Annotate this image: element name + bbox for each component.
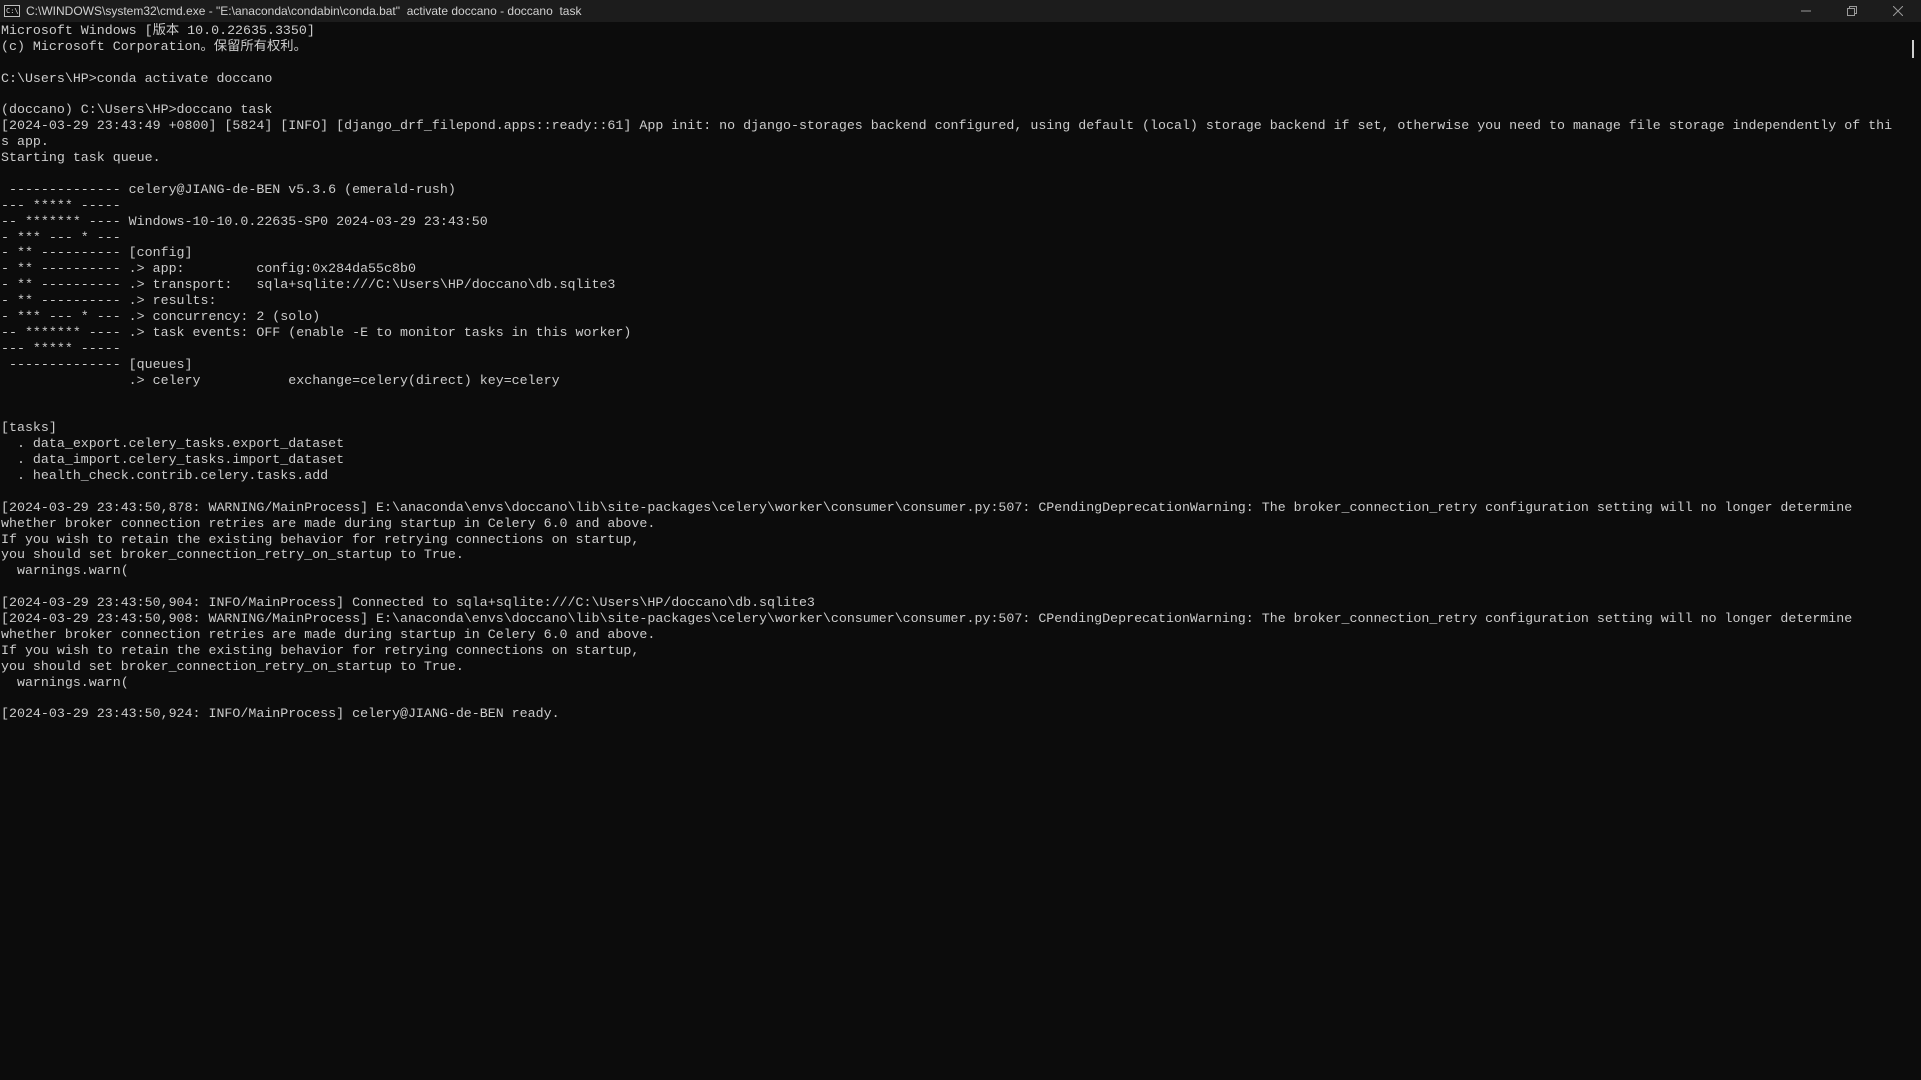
- title-bar[interactable]: C:\ C:\WINDOWS\system32\cmd.exe - "E:\an…: [0, 0, 1921, 22]
- minimize-icon: [1801, 10, 1811, 12]
- console-line: C:\Users\HP>conda activate doccano: [1, 70, 273, 86]
- console-line: whether broker connection retries are ma…: [1, 515, 656, 531]
- minimize-button[interactable]: [1783, 0, 1829, 22]
- vertical-scrollbar[interactable]: [1905, 22, 1921, 1080]
- console-line: . data_export.celery_tasks.export_datase…: [1, 436, 345, 452]
- console-line: [2024-03-29 23:43:50,908: WARNING/MainPr…: [1, 610, 1853, 626]
- console-line: . data_import.celery_tasks.import_datase…: [1, 452, 345, 468]
- console-line: - ** ---------- .> app: config:0x284da55…: [1, 261, 416, 277]
- console-line: If you wish to retain the existing behav…: [1, 531, 640, 547]
- cmd-app-icon[interactable]: C:\: [4, 5, 20, 17]
- console-line: -- ******* ---- Windows-10-10.0.22635-SP…: [1, 213, 488, 229]
- terminal-window: C:\ C:\WINDOWS\system32\cmd.exe - "E:\an…: [0, 0, 1921, 1080]
- restore-icon: [1847, 6, 1857, 16]
- console-line: --- ***** -----: [1, 340, 121, 356]
- console-line: -- ******* ---- .> task events: OFF (ena…: [1, 324, 632, 340]
- console-line: If you wish to retain the existing behav…: [1, 642, 640, 658]
- console-line: (c) Microsoft Corporation。保留所有权利。: [1, 38, 307, 54]
- console-line: Microsoft Windows [版本 10.0.22635.3350]: [1, 23, 315, 38]
- console-line: -------------- [queues]: [1, 356, 193, 372]
- console-line: Starting task queue.: [1, 150, 161, 166]
- restore-button[interactable]: [1829, 0, 1875, 22]
- console-output[interactable]: Microsoft Windows [版本 10.0.22635.3350] (c…: [1, 23, 1897, 1080]
- console-line: [2024-03-29 23:43:50,904: INFO/MainProce…: [1, 595, 815, 611]
- console-line: [2024-03-29 23:43:49 +0800] [5824] [INFO…: [1, 118, 1893, 134]
- console-line: . health_check.contrib.celery.tasks.add: [1, 467, 329, 483]
- console-line: you should set broker_connection_retry_o…: [1, 658, 464, 674]
- console-line: whether broker connection retries are ma…: [1, 626, 656, 642]
- console-line: you should set broker_connection_retry_o…: [1, 547, 464, 563]
- console-line: [tasks]: [1, 420, 57, 436]
- console-line: - ** ---------- [config]: [1, 245, 193, 261]
- console-line: (doccano) C:\Users\HP>doccano task: [1, 102, 273, 118]
- console-line: warnings.warn(: [1, 674, 129, 690]
- close-button[interactable]: [1875, 0, 1921, 22]
- console-line: - ** ---------- .> transport: sqla+sqlit…: [1, 277, 616, 293]
- console-line: - *** --- * ---: [1, 229, 121, 245]
- window-controls: [1783, 0, 1921, 22]
- console-line: - *** --- * --- .> concurrency: 2 (solo): [1, 309, 321, 325]
- console-line: -------------- celery@JIANG-de-BEN v5.3.…: [1, 181, 456, 197]
- console-line: .> celery exchange=celery(direct) key=ce…: [1, 372, 560, 388]
- console-line: s app.: [1, 134, 49, 150]
- console-line: --- ***** -----: [1, 197, 121, 213]
- console-line: - ** ---------- .> results:: [1, 293, 217, 309]
- console-line: [2024-03-29 23:43:50,924: INFO/MainProce…: [1, 706, 560, 722]
- console-line: warnings.warn(: [1, 563, 129, 579]
- close-icon: [1893, 6, 1903, 16]
- scrollbar-thumb[interactable]: [1912, 40, 1914, 58]
- window-title: C:\WINDOWS\system32\cmd.exe - "E:\anacon…: [26, 4, 582, 18]
- console-line: [2024-03-29 23:43:50,878: WARNING/MainPr…: [1, 499, 1853, 515]
